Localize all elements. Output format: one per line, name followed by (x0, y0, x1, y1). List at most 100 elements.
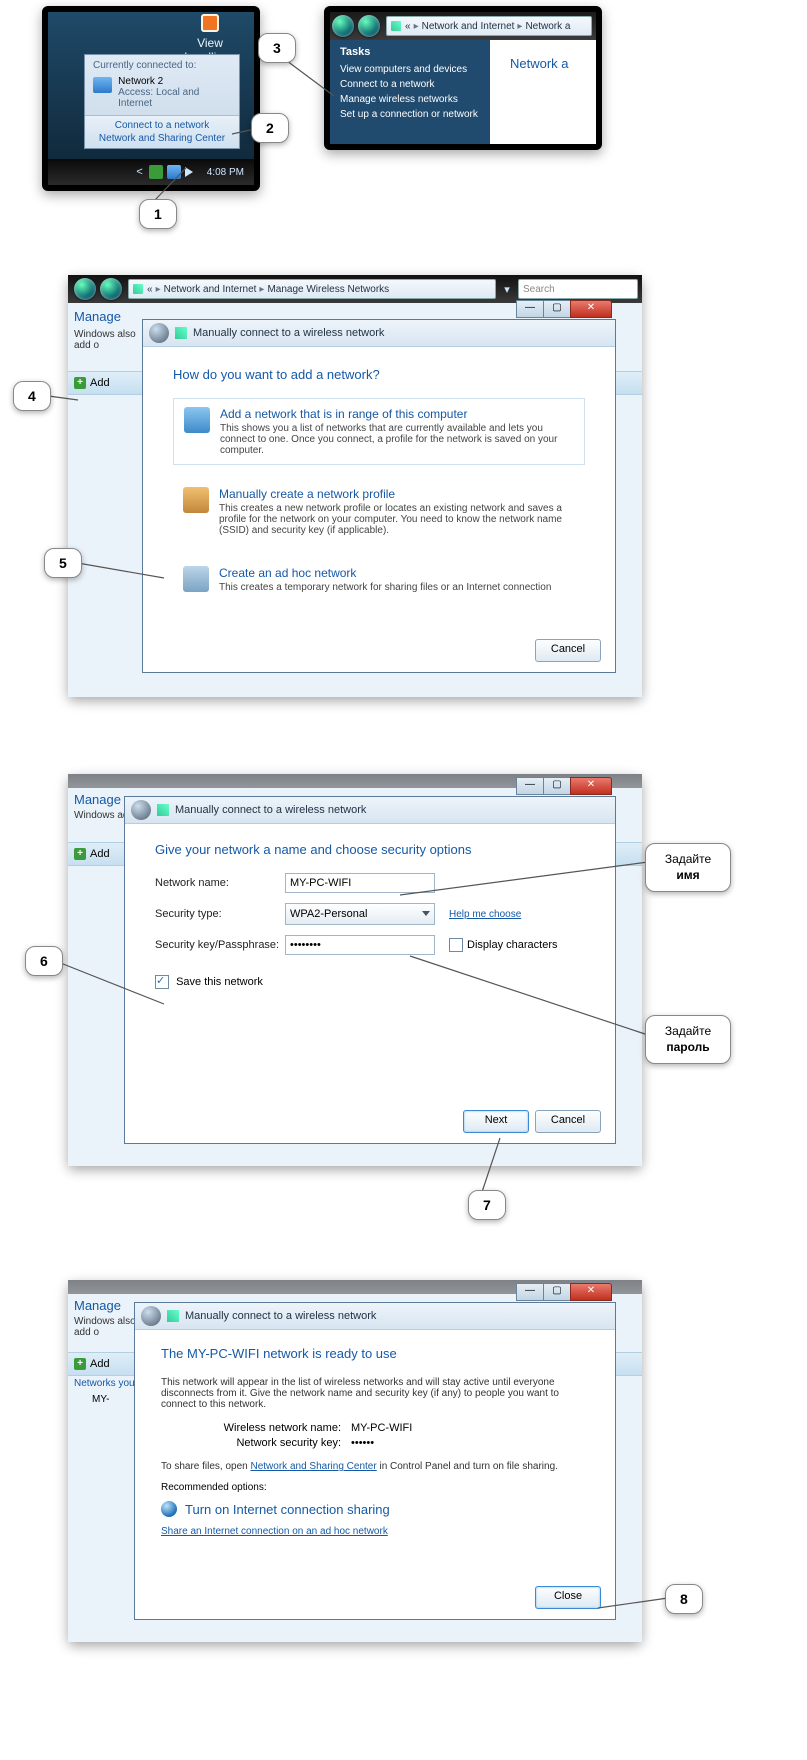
task-setup-connection[interactable]: Set up a connection or network (340, 107, 480, 122)
tasks-title: Tasks (340, 46, 480, 58)
option-desc: This creates a new network profile or lo… (219, 503, 575, 536)
tasks-panel: Tasks View computers and devices Connect… (330, 40, 490, 144)
wizard-back-button[interactable] (131, 800, 151, 820)
rss-icon (201, 14, 219, 32)
tray-network-icon[interactable] (167, 165, 181, 179)
option-desc: This creates a temporary network for sha… (219, 582, 551, 593)
close-button[interactable]: ✕ (570, 300, 612, 318)
cancel-button[interactable]: Cancel (535, 1110, 601, 1133)
plus-icon: + (74, 1358, 86, 1370)
option-manual-profile[interactable]: Manually create a network profile This c… (173, 479, 585, 544)
checkbox-display-characters[interactable] (449, 938, 463, 952)
wizard-window: — ▢ ✕ Manually connect to a wireless net… (142, 319, 616, 673)
close-button[interactable]: ✕ (570, 1283, 612, 1301)
add-button[interactable]: + Add (74, 848, 110, 860)
breadcrumb-2[interactable]: Network a (525, 21, 570, 32)
screenshot-add-network: « ▸Network and Internet ▸Manage Wireless… (68, 275, 642, 697)
option-desc: This shows you a list of networks that a… (220, 423, 574, 456)
signal-icon (391, 21, 401, 31)
address-bar[interactable]: « ▸Network and Internet ▸Network a (386, 16, 592, 36)
breadcrumb-2[interactable]: Manage Wireless Networks (267, 284, 389, 295)
signal-icon (167, 1310, 179, 1322)
link-connect-network[interactable]: Connect to a network (85, 119, 239, 132)
label-security-key: Network security key: (191, 1437, 341, 1449)
maximize-button[interactable]: ▢ (543, 777, 571, 795)
callout-1: 1 (139, 199, 177, 229)
signal-icon (175, 327, 187, 339)
screenshot-tray: View headlines Currently connected to: N… (42, 6, 260, 191)
taskbar: < 4:08 PM (48, 159, 254, 185)
link-share-adhoc[interactable]: Share an Internet connection on an ad ho… (161, 1526, 388, 1537)
window-buttons: — ▢ ✕ (517, 777, 612, 795)
plus-icon: + (74, 377, 86, 389)
network-icon (93, 77, 112, 93)
nav-forward-button[interactable] (100, 278, 122, 300)
callout-7: 7 (468, 1190, 506, 1220)
link-help-me-choose[interactable]: Help me choose (449, 909, 521, 920)
input-network-name[interactable]: MY-PC-WIFI (285, 873, 435, 893)
tray-security-icon[interactable] (149, 165, 163, 179)
add-button[interactable]: + Add (74, 1358, 110, 1370)
nav-back-button[interactable] (332, 15, 354, 37)
close-button[interactable]: ✕ (570, 777, 612, 795)
wizard-back-button[interactable] (141, 1306, 161, 1326)
callout-2: 2 (251, 113, 289, 143)
link-network-sharing-center[interactable]: Network and Sharing Center (251, 1461, 377, 1472)
option-turn-on-ics[interactable]: Turn on Internet connection sharing (161, 1501, 589, 1517)
tray-clock: 4:08 PM (207, 167, 244, 178)
address-bar[interactable]: « ▸Network and Internet ▸Manage Wireless… (128, 279, 496, 299)
add-label: Add (90, 377, 110, 389)
add-button[interactable]: + Add (74, 377, 110, 389)
explorer-header: « ▸Network and Internet ▸Network a (330, 12, 596, 40)
value-wireless-name: MY-PC-WIFI (351, 1422, 412, 1434)
tray-volume-icon[interactable] (185, 165, 199, 179)
sidebar-manage: Manage (74, 1298, 121, 1313)
network-flyout: Currently connected to: Network 2 Access… (84, 54, 240, 149)
wizard-heading: The MY-PC-WIFI network is ready to use (161, 1346, 589, 1361)
close-button-bottom[interactable]: Close (535, 1586, 601, 1609)
ready-description: This network will appear in the list of … (161, 1377, 589, 1410)
globe-icon (161, 1501, 177, 1517)
add-label: Add (90, 1358, 110, 1370)
share-files-text: To share files, open Network and Sharing… (161, 1461, 589, 1472)
task-manage-wireless[interactable]: Manage wireless networks (340, 92, 480, 107)
explorer-search[interactable]: Search (518, 279, 638, 299)
link-network-sharing-center[interactable]: Network and Sharing Center (85, 132, 239, 145)
minimize-button[interactable]: — (516, 1283, 544, 1301)
option-title: Create an ad hoc network (219, 566, 551, 580)
next-button[interactable]: Next (463, 1110, 529, 1133)
nav-back-button[interactable] (74, 278, 96, 300)
select-security-type[interactable]: WPA2-Personal (285, 903, 435, 925)
maximize-button[interactable]: ▢ (543, 1283, 571, 1301)
minimize-button[interactable]: — (516, 777, 544, 795)
recommended-label: Recommended options: (161, 1482, 589, 1493)
wizard-back-button[interactable] (149, 323, 169, 343)
checkbox-save-network[interactable] (155, 975, 169, 989)
label-network-name: Network name: (155, 877, 285, 889)
option-icon (183, 566, 209, 592)
sidebar-text: Windows also add o (74, 329, 144, 351)
option-in-range[interactable]: Add a network that is in range of this c… (173, 398, 585, 465)
wizard-window: — ▢ ✕ Manually connect to a wireless net… (134, 1302, 616, 1620)
plus-icon: + (74, 848, 86, 860)
wizard-titlebar: Manually connect to a wireless network (135, 1303, 615, 1330)
cancel-button[interactable]: Cancel (535, 639, 601, 662)
window-buttons: — ▢ ✕ (517, 300, 612, 318)
maximize-button[interactable]: ▢ (543, 300, 571, 318)
window-buttons: — ▢ ✕ (517, 1283, 612, 1301)
option-title: Manually create a network profile (219, 487, 575, 501)
breadcrumb-1[interactable]: Network and Internet (164, 284, 257, 295)
task-view-computers[interactable]: View computers and devices (340, 62, 480, 77)
input-security-key[interactable]: •••••••• (285, 935, 435, 955)
add-label: Add (90, 848, 110, 860)
value-security-key: •••••• (351, 1437, 374, 1449)
breadcrumb-1[interactable]: Network and Internet (422, 21, 515, 32)
minimize-button[interactable]: — (516, 300, 544, 318)
option-icon (184, 407, 210, 433)
option-adhoc[interactable]: Create an ad hoc network This creates a … (173, 558, 585, 601)
network-item-label: MY- (92, 1394, 109, 1405)
nav-forward-button[interactable] (358, 15, 380, 37)
wizard-title: Manually connect to a wireless network (193, 327, 384, 339)
page-heading: Network a (500, 48, 579, 79)
task-connect-network[interactable]: Connect to a network (340, 77, 480, 92)
